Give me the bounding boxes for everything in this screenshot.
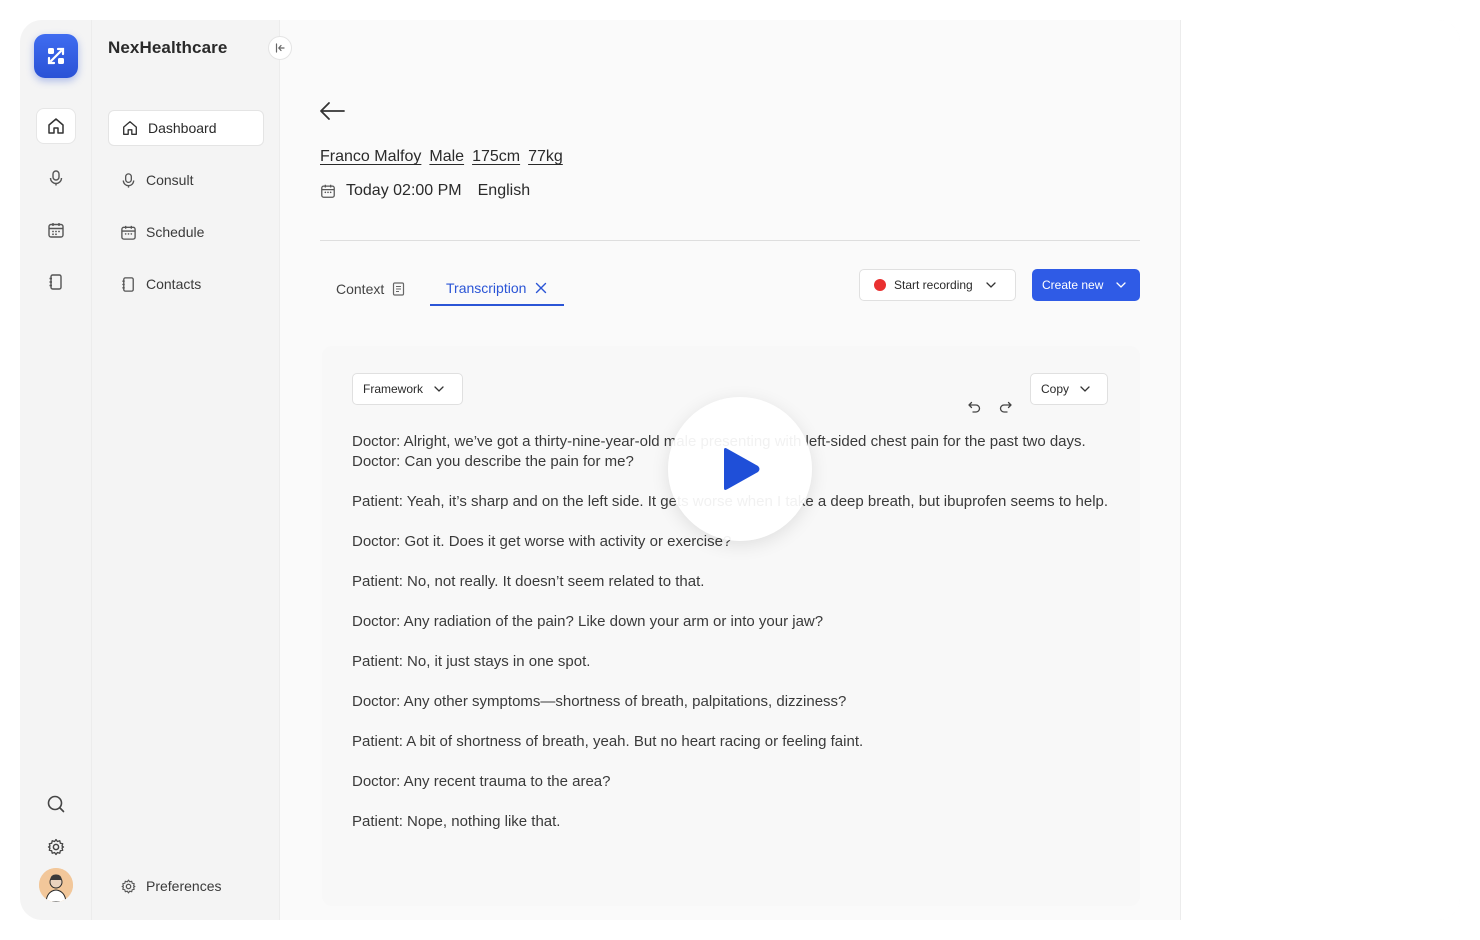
right-pane — [1180, 20, 1460, 920]
user-avatar[interactable] — [39, 868, 73, 902]
brand-name: NexHealthcare — [108, 38, 228, 57]
sidebar-item-label: Contacts — [146, 276, 202, 292]
copy-dropdown[interactable]: Copy — [1030, 373, 1108, 405]
logo-mark-icon — [47, 47, 65, 65]
transcript-line: Patient: No, it just stays in one spot. — [352, 653, 591, 670]
app-window: NexHealthcare Dashboard Consult Schedule… — [20, 20, 1460, 920]
undo-icon — [968, 401, 981, 413]
sidebar-item-label: Schedule — [146, 224, 205, 240]
framework-label: Framework — [363, 382, 424, 396]
home-icon — [123, 121, 137, 135]
calendar-icon — [121, 225, 136, 240]
close-icon[interactable] — [534, 281, 548, 295]
microphone-icon — [122, 172, 135, 188]
search-icon — [47, 795, 65, 813]
chevron-down-icon — [1080, 386, 1090, 392]
undo-button[interactable] — [966, 399, 982, 420]
sidebar-item-dashboard[interactable]: Dashboard — [108, 110, 264, 146]
appointment-time: Today 02:00 PM — [346, 182, 462, 199]
start-recording-button[interactable]: Start recording — [859, 269, 1016, 301]
patient-summary: Franco Malfoy Male 175cm 77kg — [320, 148, 563, 166]
chevron-down-icon — [434, 386, 444, 392]
rail-settings-button[interactable] — [36, 829, 76, 865]
patient-sex[interactable]: Male — [429, 148, 464, 166]
sidebar: NexHealthcare Dashboard Consult Schedule… — [92, 20, 292, 920]
sidebar-item-contacts[interactable]: Contacts — [108, 266, 264, 302]
transcript-line: Patient: A bit of shortness of breath, y… — [352, 733, 864, 750]
sidebar-item-schedule[interactable]: Schedule — [108, 214, 264, 250]
sidebar-item-preferences[interactable]: Preferences — [108, 868, 264, 904]
tab-transcription[interactable]: Transcription — [430, 272, 565, 306]
calendar-icon — [48, 223, 64, 238]
redo-button[interactable] — [998, 399, 1014, 420]
start-recording-label: Start recording — [894, 278, 973, 292]
app-logo[interactable] — [34, 34, 78, 78]
rail-schedule-button[interactable] — [36, 212, 76, 248]
transcript-line: Doctor: Any other symptoms—shortness of … — [352, 693, 847, 710]
patient-weight[interactable]: 77kg — [528, 148, 563, 166]
chevron-down-icon — [986, 282, 996, 288]
redo-icon — [999, 401, 1012, 413]
appointment-info: Today 02:00 PM English — [320, 182, 530, 200]
play-icon — [724, 448, 760, 490]
transcript-line: Patient: Nope, nothing like that. — [352, 813, 561, 830]
rail-home-button[interactable] — [36, 108, 76, 144]
sidebar-item-label: Preferences — [146, 878, 222, 894]
transcript-line: Doctor: Any radiation of the pain? Like … — [352, 613, 824, 630]
video-play-button[interactable] — [668, 397, 812, 541]
tab-label: Context — [336, 281, 385, 297]
main-content: Franco Malfoy Male 175cm 77kg Today 02:0… — [280, 20, 1180, 920]
gear-icon — [47, 838, 65, 856]
sidebar-item-label: Consult — [146, 172, 194, 188]
sidebar-item-consult[interactable]: Consult — [108, 162, 264, 198]
avatar-portrait-icon — [39, 868, 73, 902]
icon-rail — [20, 20, 92, 920]
framework-dropdown[interactable]: Framework — [352, 373, 463, 405]
contacts-book-icon — [122, 276, 134, 292]
rail-search-button[interactable] — [36, 786, 76, 822]
patient-name[interactable]: Franco Malfoy — [320, 148, 421, 166]
patient-height[interactable]: 175cm — [472, 148, 520, 166]
create-new-label: Create new — [1042, 278, 1104, 292]
rail-contacts-button[interactable] — [36, 264, 76, 300]
rail-consult-button[interactable] — [36, 160, 76, 196]
copy-label: Copy — [1041, 382, 1070, 396]
contacts-book-icon — [49, 274, 62, 290]
create-new-button[interactable]: Create new — [1032, 269, 1140, 301]
document-icon — [393, 282, 405, 296]
back-button[interactable] — [318, 100, 346, 127]
tab-context[interactable]: Context — [336, 272, 405, 306]
home-icon — [48, 118, 64, 134]
arrow-left-icon — [320, 102, 345, 120]
sidebar-item-label: Dashboard — [148, 120, 217, 136]
microphone-icon — [49, 170, 63, 186]
chevron-down-icon — [1116, 282, 1127, 288]
appointment-language: English — [477, 182, 531, 199]
transcript-line: Patient: No, not really. It doesn’t seem… — [352, 573, 705, 590]
tab-label: Transcription — [446, 280, 527, 296]
transcript-line: Doctor: Any recent trauma to the area? — [352, 773, 611, 790]
record-dot-icon — [874, 279, 886, 291]
divider — [320, 240, 1140, 241]
calendar-icon — [321, 184, 335, 198]
gear-icon — [121, 879, 136, 893]
